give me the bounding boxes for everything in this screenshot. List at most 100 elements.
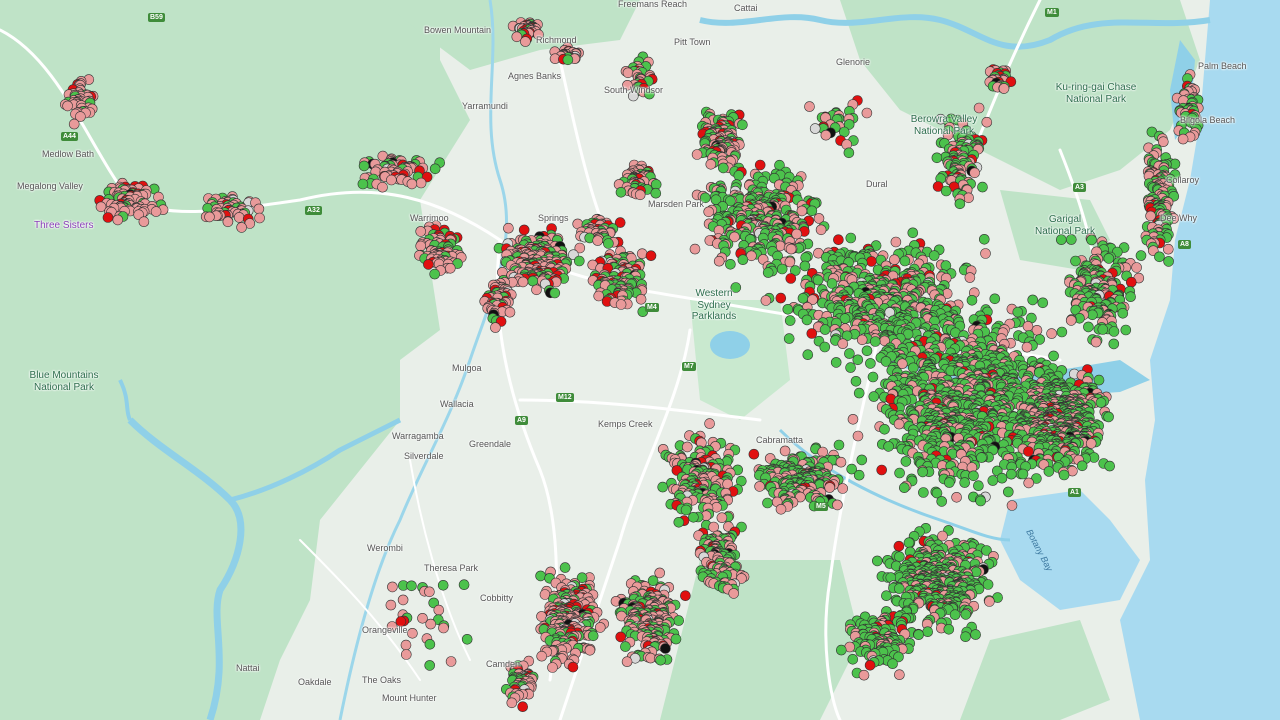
map-marker[interactable] [949,609,961,621]
map-marker[interactable] [984,596,995,607]
map-marker[interactable] [748,448,760,460]
map-marker[interactable] [1108,338,1120,350]
map-marker[interactable] [1126,276,1137,288]
map-marker[interactable] [691,149,703,160]
map-marker[interactable] [779,445,791,457]
map-marker[interactable] [966,294,978,306]
map-marker[interactable] [893,418,905,430]
map-marker[interactable] [845,232,857,244]
map-marker[interactable] [517,276,529,288]
map-marker[interactable] [444,262,456,274]
map-marker[interactable] [852,430,864,442]
map-marker[interactable] [253,203,265,215]
map-marker[interactable] [1085,438,1097,449]
map-marker[interactable] [236,222,247,233]
map-marker[interactable] [1027,294,1038,306]
map-marker[interactable] [562,54,574,66]
map-marker[interactable] [1154,251,1165,263]
map-marker[interactable] [1070,255,1081,267]
map-marker[interactable] [762,497,773,509]
map-marker[interactable] [713,255,725,267]
map-marker[interactable] [233,212,245,223]
map-marker[interactable] [1093,374,1105,386]
map-marker[interactable] [954,198,966,210]
map-marker[interactable] [603,238,614,249]
map-marker[interactable] [634,189,646,201]
map-marker[interactable] [907,362,919,374]
map-marker[interactable] [806,328,818,339]
map-marker[interactable] [681,441,693,453]
map-marker[interactable] [903,537,915,549]
map-marker[interactable] [1097,324,1109,335]
map-marker[interactable] [989,293,1001,305]
map-marker[interactable] [1163,243,1174,255]
map-marker[interactable] [865,358,876,369]
map-marker[interactable] [804,101,815,112]
map-marker[interactable] [856,454,868,466]
map-marker[interactable] [937,530,948,542]
map-marker[interactable] [423,259,434,270]
map-marker[interactable] [832,499,843,511]
map-marker[interactable] [573,255,585,267]
map-marker[interactable] [893,583,905,594]
map-marker[interactable] [861,345,873,357]
map-marker[interactable] [1103,253,1115,264]
map-marker[interactable] [837,338,849,350]
map-marker[interactable] [760,295,772,306]
map-marker[interactable] [1022,320,1034,332]
map-marker[interactable] [783,333,795,344]
map-marker[interactable] [973,480,984,492]
map-marker[interactable] [204,211,215,223]
map-marker[interactable] [996,472,1008,484]
map-marker[interactable] [833,234,844,245]
map-marker[interactable] [645,250,657,261]
map-marker[interactable] [68,118,80,130]
map-marker[interactable] [458,579,470,591]
map-marker[interactable] [843,147,855,159]
map-marker[interactable] [688,511,699,523]
map-marker[interactable] [782,303,794,315]
map-marker[interactable] [837,483,849,494]
map-marker[interactable] [977,181,988,193]
map-marker[interactable] [102,212,114,223]
map-marker[interactable] [1135,250,1147,261]
map-marker[interactable] [1177,133,1189,145]
map-marker[interactable] [776,263,788,275]
map-marker[interactable] [968,470,979,482]
map-marker[interactable] [785,273,797,284]
map-marker[interactable] [650,187,662,199]
map-marker[interactable] [1065,315,1077,326]
map-marker[interactable] [615,299,627,310]
map-marker[interactable] [1043,466,1055,477]
map-marker[interactable] [819,341,831,353]
map-marker[interactable] [657,481,669,493]
map-marker[interactable] [975,495,987,507]
map-marker[interactable] [963,192,974,204]
map-marker[interactable] [518,224,530,236]
map-marker[interactable] [883,441,894,452]
map-marker[interactable] [852,354,864,366]
map-marker[interactable] [820,129,832,141]
map-marker[interactable] [797,292,809,304]
map-marker[interactable] [830,357,842,368]
map-marker[interactable] [1002,486,1014,498]
map-marker[interactable] [406,580,417,592]
map-marker[interactable] [377,181,388,193]
map-marker[interactable] [549,287,561,299]
map-marker[interactable] [918,487,929,498]
map-marker[interactable] [680,504,692,516]
map-marker[interactable] [1005,468,1017,480]
map-marker[interactable] [936,496,948,507]
map-marker[interactable] [622,67,634,79]
map-marker[interactable] [429,163,441,175]
map-marker[interactable] [959,477,971,488]
map-marker[interactable] [654,567,666,579]
map-marker[interactable] [853,387,865,399]
map-marker[interactable] [1017,468,1029,480]
map-marker[interactable] [847,413,859,425]
map-marker[interactable] [1108,326,1120,337]
map-marker[interactable] [737,119,748,131]
map-marker[interactable] [775,292,787,304]
map-marker[interactable] [62,100,73,112]
map-marker[interactable] [867,371,879,383]
